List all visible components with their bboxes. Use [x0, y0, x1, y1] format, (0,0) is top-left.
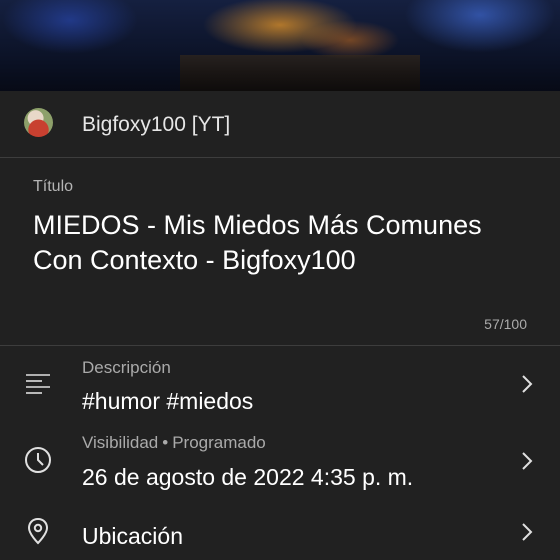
title-field[interactable]: Título MIEDOS - Mis Miedos Más Comunes C…	[0, 158, 560, 346]
character-counter: 57/100	[484, 316, 527, 332]
description-row[interactable]: Descripción #humor #miedos	[0, 346, 560, 422]
scheduled-datetime: 26 de agosto de 2022 4:35 p. m.	[82, 464, 414, 490]
description-label: Descripción	[82, 358, 171, 377]
visibility-row[interactable]: Visibilidad • Programado 26 de agosto de 2…	[0, 422, 560, 500]
chevron-right-icon	[522, 523, 533, 541]
channel-row: Bigfoxy100 [YT]	[0, 91, 560, 158]
video-thumbnail	[0, 0, 560, 91]
separator-dot: •	[162, 433, 169, 452]
location-row[interactable]: Ubicación	[0, 500, 560, 560]
channel-name: Bigfoxy100 [YT]	[82, 113, 231, 136]
visibility-status: Programado	[172, 433, 266, 452]
chevron-right-icon	[522, 375, 533, 393]
clock-icon	[25, 447, 51, 473]
title-label: Título	[33, 178, 74, 195]
location-pin-icon	[27, 517, 49, 545]
chevron-right-icon	[522, 452, 533, 470]
description-lines-icon	[26, 374, 50, 394]
description-value: #humor #miedos	[82, 388, 254, 414]
visibility-label-line: Visibilidad • Programado	[82, 433, 266, 453]
avatar	[24, 108, 53, 137]
visibility-label: Visibilidad	[82, 433, 159, 452]
location-label: Ubicación	[82, 523, 183, 549]
title-input[interactable]: MIEDOS - Mis Miedos Más Comunes Con Cont…	[33, 208, 533, 278]
